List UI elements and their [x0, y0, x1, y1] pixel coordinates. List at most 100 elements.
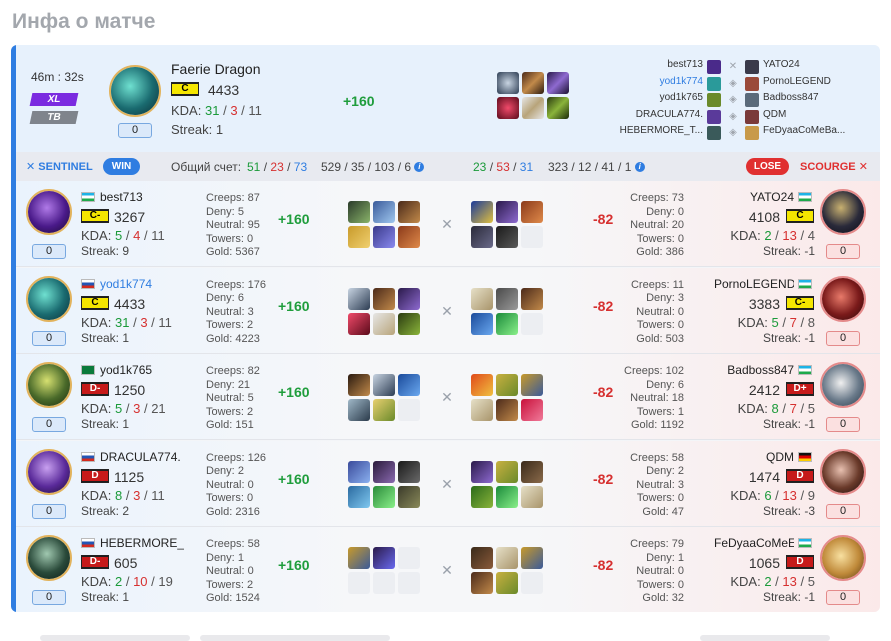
item-icon[interactable]	[348, 226, 370, 248]
player-avatar[interactable]	[26, 362, 72, 408]
item-icon[interactable]	[348, 201, 370, 223]
item-icon[interactable]	[521, 374, 543, 396]
assists: 4	[807, 228, 815, 243]
item-icon[interactable]	[521, 547, 543, 569]
item-icon[interactable]	[497, 72, 519, 94]
item-icon[interactable]	[471, 399, 493, 421]
item-icon[interactable]	[471, 547, 493, 569]
item-icon[interactable]	[348, 485, 370, 508]
item-icon[interactable]	[521, 460, 543, 483]
scourge-player[interactable]: Badboss847	[763, 92, 863, 103]
item-icon[interactable]	[471, 460, 493, 483]
item-icon[interactable]	[521, 287, 543, 310]
item-icon[interactable]	[547, 97, 569, 119]
item-icon[interactable]	[521, 201, 543, 223]
item-icon[interactable]	[398, 201, 420, 223]
stat-value: 11	[672, 278, 684, 291]
hero-avatar[interactable]	[109, 65, 161, 117]
item-icon[interactable]	[348, 312, 370, 335]
item-icon[interactable]	[497, 97, 519, 119]
item-icon[interactable]	[398, 287, 420, 310]
item-icon[interactable]	[522, 72, 544, 94]
item-icon[interactable]	[398, 485, 420, 508]
item-icon[interactable]	[521, 399, 543, 421]
item-icon[interactable]	[522, 97, 544, 119]
player-name[interactable]: Badboss847	[727, 363, 794, 377]
item-icon[interactable]	[496, 485, 518, 508]
sentinel-player[interactable]: yod1k774	[613, 76, 703, 87]
slash: /	[775, 228, 779, 243]
item-icon[interactable]	[348, 287, 370, 310]
item-icon[interactable]	[398, 460, 420, 483]
scourge-player[interactable]: FeDyaaCoMeBa...	[763, 125, 863, 136]
country-flag	[798, 365, 812, 375]
item-icon[interactable]	[521, 485, 543, 508]
item-icon[interactable]	[373, 226, 395, 248]
item-icon[interactable]	[373, 485, 395, 508]
player-avatar[interactable]	[26, 189, 72, 235]
item-icon[interactable]	[348, 399, 370, 421]
player-name[interactable]: yod1k765	[100, 363, 152, 377]
item-icon[interactable]	[373, 547, 395, 569]
item-icon[interactable]	[496, 572, 518, 594]
player-name[interactable]: QDM	[766, 450, 794, 464]
player-name[interactable]: yod1k774	[100, 277, 152, 291]
player-name[interactable]: YATO24	[750, 190, 794, 204]
player-name[interactable]: best713	[100, 190, 143, 204]
player-avatar[interactable]	[820, 362, 866, 408]
item-icon[interactable]	[373, 399, 395, 421]
item-icon[interactable]	[496, 312, 518, 335]
player-avatar[interactable]	[820, 275, 866, 322]
item-icon[interactable]	[373, 312, 395, 335]
player-avatar[interactable]	[820, 535, 866, 581]
item-icon[interactable]	[496, 460, 518, 483]
item-icon[interactable]	[471, 572, 493, 594]
item-icon[interactable]	[373, 287, 395, 310]
item-icon[interactable]	[496, 374, 518, 396]
item-icon[interactable]	[471, 312, 493, 335]
item-icon[interactable]	[496, 399, 518, 421]
item-icon[interactable]	[398, 312, 420, 335]
item-icon[interactable]	[496, 226, 518, 248]
item-icon[interactable]	[373, 460, 395, 483]
item-icon[interactable]	[471, 287, 493, 310]
rating-delta: -82	[593, 557, 614, 573]
item-icon[interactable]	[471, 226, 493, 248]
player-name[interactable]: PornoLEGEND	[714, 277, 794, 291]
item-icon[interactable]	[398, 226, 420, 248]
player-avatar[interactable]	[26, 448, 72, 495]
item-icon[interactable]	[547, 72, 569, 94]
player-avatar[interactable]	[820, 189, 866, 235]
item-icon[interactable]	[348, 547, 370, 569]
player-avatar[interactable]	[26, 535, 72, 581]
item-icon[interactable]	[373, 201, 395, 223]
item-icon[interactable]	[398, 374, 420, 396]
scourge-player[interactable]: YATO24	[763, 59, 863, 70]
sentinel-player[interactable]: best713	[613, 59, 703, 70]
item-icon[interactable]	[373, 374, 395, 396]
sentinel-player[interactable]: DRACULA774.	[613, 109, 703, 120]
item-icon[interactable]	[496, 287, 518, 310]
item-icon[interactable]	[496, 201, 518, 223]
item-icon[interactable]	[471, 201, 493, 223]
player-name[interactable]: FeDyaaCoMeE	[714, 536, 794, 550]
rating-delta: +160	[278, 211, 310, 227]
scourge-player[interactable]: PornoLEGEND	[763, 76, 863, 87]
scourge-player[interactable]: QDM	[763, 109, 863, 120]
sentinel-player[interactable]: yod1k765	[613, 92, 703, 103]
item-icon[interactable]	[496, 547, 518, 569]
item-icon[interactable]	[471, 374, 493, 396]
item-icon[interactable]	[348, 374, 370, 396]
item-icon[interactable]	[348, 460, 370, 483]
kills: 2	[114, 574, 123, 589]
info-icon[interactable]: i	[634, 162, 645, 172]
item-icon[interactable]	[471, 485, 493, 508]
sentinel-player[interactable]: HEBERMORE_T...	[613, 125, 703, 136]
stat-value: 5	[237, 205, 244, 218]
player-avatar[interactable]	[820, 448, 866, 495]
info-icon[interactable]: i	[414, 162, 425, 172]
player-avatar[interactable]	[26, 275, 72, 322]
player-name[interactable]: DRACULA774.	[100, 450, 181, 464]
scourge-label: SCOURGE ✕	[800, 160, 868, 173]
player-name[interactable]: HEBERMORE_	[100, 536, 184, 550]
